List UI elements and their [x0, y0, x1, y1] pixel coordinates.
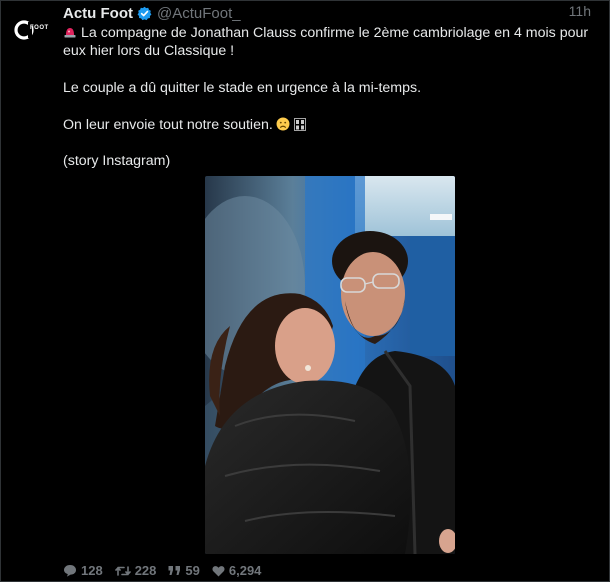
tweet-actions: 128 228 59 6,294 — [63, 563, 273, 578]
display-name[interactable]: Actu Foot — [63, 5, 133, 22]
tweet-text: La compagne de Jonathan Clauss confirme … — [63, 24, 603, 170]
retweet-button[interactable]: 228 — [114, 563, 157, 578]
tweet-paragraph-2: Le couple a dû quitter le stade en urgen… — [63, 80, 422, 96]
heart-icon — [212, 565, 225, 576]
retweet-icon — [114, 565, 131, 576]
tweet-paragraph-3: On leur envoie tout notre soutien. — [63, 116, 603, 134]
quote-button[interactable]: 59 — [168, 563, 200, 578]
quote-icon — [168, 566, 181, 575]
tweet-photo[interactable] — [205, 176, 455, 554]
reply-icon — [64, 565, 76, 577]
like-button[interactable]: 6,294 — [212, 563, 262, 578]
flag-icon — [293, 118, 306, 131]
tweet-paragraph-4: (story Instagram) — [63, 153, 171, 169]
reply-button[interactable]: 128 — [63, 563, 103, 578]
avatar-label: FOOT — [30, 25, 49, 31]
like-count: 6,294 — [228, 563, 262, 578]
tweet-line-1: La compagne de Jonathan Clauss confirme … — [63, 25, 589, 59]
account-handle[interactable]: @ActuFoot_ — [157, 5, 241, 22]
tweet-line-3: On leur envoie tout notre soutien. — [63, 117, 273, 133]
quote-count: 59 — [185, 563, 200, 578]
verified-badge-icon — [137, 6, 152, 21]
reply-count: 128 — [81, 563, 103, 578]
tweet-card: FOOT Actu Foot @ActuFoot_ 11h La compagn… — [0, 0, 610, 582]
siren-icon — [63, 25, 77, 39]
tweet-paragraph-1: La compagne de Jonathan Clauss confirme … — [63, 24, 603, 61]
retweet-count: 228 — [134, 563, 157, 578]
sad-face-icon — [276, 117, 290, 131]
tweet-timestamp[interactable]: 11h — [569, 3, 591, 19]
avatar[interactable]: FOOT — [11, 13, 48, 47]
tweet-header: Actu Foot @ActuFoot_ — [63, 3, 603, 23]
